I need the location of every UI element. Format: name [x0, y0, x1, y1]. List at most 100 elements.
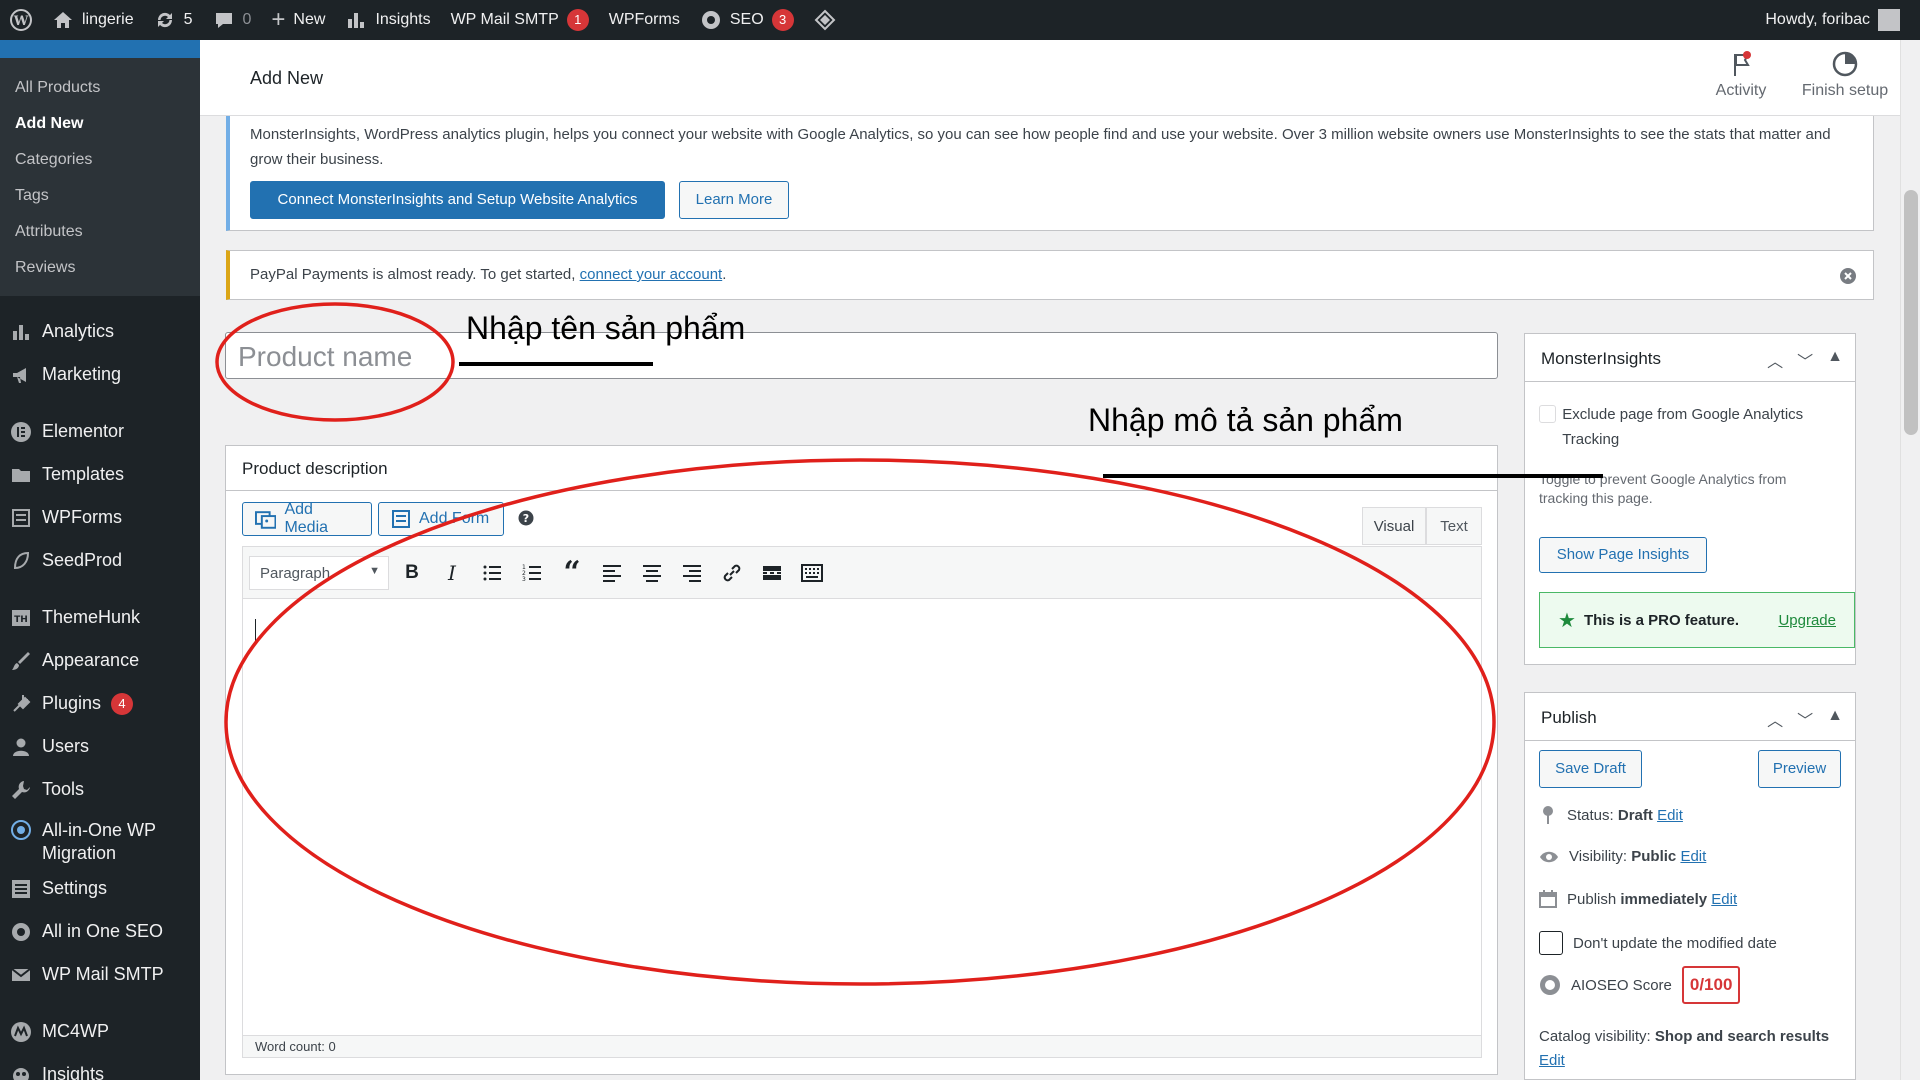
chevron-up-icon[interactable]: ︿ [1767, 707, 1783, 731]
add-form-button[interactable]: Add Form [378, 502, 504, 536]
themehunk-icon: TH [12, 609, 30, 626]
sidebar-sub-tags[interactable]: Tags [0, 178, 200, 214]
wp-mail-smtp-badge: 1 [566, 9, 589, 31]
site-name-menu[interactable]: lingerie [42, 0, 144, 40]
product-name-underline [459, 362, 653, 366]
wp-mail-smtp-menu[interactable]: WP Mail SMTP 1 [441, 0, 599, 40]
catalog-visibility-label: Catalog visibility: [1539, 1028, 1651, 1045]
upgrade-link[interactable]: Upgrade [1778, 612, 1836, 629]
sidebar-current-menu[interactable] [0, 40, 200, 58]
new-content-menu[interactable]: + New [261, 0, 335, 40]
paypal-notice-text: PayPal Payments is almost ready. To get … [250, 266, 726, 283]
chevron-down-icon[interactable]: ﹀ [1797, 348, 1813, 372]
product-name-hint: Nhập tên sản phẩm [466, 310, 746, 346]
seo-menu[interactable]: SEO 3 [690, 0, 804, 40]
sidebar-item-mc4wp[interactable]: MC4WP [0, 1010, 200, 1053]
bold-icon[interactable]: B [399, 560, 425, 586]
read-more-icon[interactable] [759, 560, 785, 586]
page-header: Add New Activity Finish setup [200, 40, 1900, 116]
sidebar-item-elementor[interactable]: Elementor [0, 410, 200, 453]
add-form-label: Add Form [419, 510, 490, 527]
add-media-button[interactable]: Add Media [242, 501, 372, 536]
exclude-tracking-checkbox[interactable] [1539, 405, 1557, 423]
sidebar-item-templates[interactable]: Templates [0, 453, 200, 496]
comments-menu[interactable]: 0 [203, 0, 262, 40]
edit-catalog-visibility-link[interactable]: Edit [1539, 1052, 1565, 1069]
editor-content[interactable] [243, 599, 1481, 1036]
collapse-icon[interactable]: ▲ [1827, 348, 1843, 372]
chevron-up-icon[interactable]: ︿ [1767, 348, 1783, 372]
calendar-icon [1539, 890, 1557, 908]
wpforms-menu[interactable]: WPForms [599, 0, 690, 40]
collapse-icon[interactable]: ▲ [1827, 707, 1843, 731]
help-icon[interactable]: ? [518, 510, 534, 526]
sidebar-item-all-in-one-seo[interactable]: All in One SEO [0, 910, 200, 953]
sidebar-item-wpforms[interactable]: WPForms [0, 496, 200, 539]
mail-icon [11, 967, 31, 981]
sidebar-item-tools[interactable]: Tools [0, 768, 200, 811]
finish-setup-button[interactable]: Finish setup [1792, 50, 1898, 100]
sidebar-item-analytics[interactable]: Analytics [0, 310, 200, 353]
activity-button[interactable]: Activity [1696, 50, 1786, 100]
diamond-menu[interactable] [804, 0, 846, 40]
sidebar-sub-attributes[interactable]: Attributes [0, 214, 200, 250]
preview-button[interactable]: Preview [1758, 750, 1841, 788]
metabox-controls: ︿ ﹀ ▲ [1767, 707, 1843, 731]
sidebar-item-plugins[interactable]: Plugins 4 [0, 682, 200, 725]
insights-menu[interactable]: Insights [335, 0, 440, 40]
chevron-down-icon[interactable]: ﹀ [1797, 707, 1813, 731]
save-draft-button[interactable]: Save Draft [1539, 750, 1642, 788]
align-center-icon[interactable] [639, 560, 665, 586]
text-cursor [255, 619, 256, 641]
tab-visual[interactable]: Visual [1362, 507, 1426, 545]
sidebar-item-wp-mail-smtp[interactable]: WP Mail SMTP [0, 953, 200, 996]
edit-visibility-link[interactable]: Edit [1680, 848, 1706, 865]
my-account-menu[interactable]: Howdy, foribac [1765, 0, 1900, 40]
sidebar-item-label: WP Mail SMTP [42, 964, 164, 984]
learn-more-button[interactable]: Learn More [679, 181, 789, 219]
italic-icon[interactable]: I [439, 560, 465, 586]
dont-update-checkbox[interactable] [1539, 931, 1563, 955]
tab-text[interactable]: Text [1426, 507, 1482, 545]
align-left-icon[interactable] [599, 560, 625, 586]
sidebar-item-label: Tools [42, 779, 85, 799]
sidebar-item-marketing[interactable]: Marketing [0, 353, 200, 396]
link-icon[interactable] [719, 560, 745, 586]
sidebar-item-themehunk[interactable]: TH ThemeHunk [0, 596, 200, 639]
aioseo-score-badge[interactable]: 0/100 [1681, 966, 1741, 1004]
page-scrollbar[interactable] [1900, 40, 1920, 1080]
sidebar-item-seedprod[interactable]: SeedProd [0, 539, 200, 582]
sidebar-sub-categories[interactable]: Categories [0, 142, 200, 178]
edit-status-link[interactable]: Edit [1657, 807, 1683, 824]
product-name-input[interactable]: Product name [225, 332, 1498, 379]
seedprod-icon [13, 551, 30, 569]
sidebar-sub-all-products[interactable]: All Products [0, 70, 200, 106]
monsterinsights-metabox-header: MonsterInsights ︿ ﹀ ▲ [1525, 334, 1855, 382]
sidebar-item-settings[interactable]: Settings [0, 867, 200, 910]
toolbar-toggle-icon[interactable] [799, 560, 825, 586]
format-select[interactable]: Paragraph ▼ [249, 556, 389, 590]
dont-update-label: Don't update the modified date [1573, 934, 1777, 952]
sidebar-sub-reviews[interactable]: Reviews [0, 250, 200, 286]
wp-logo-menu[interactable]: W [0, 0, 42, 40]
dismiss-icon[interactable] [1839, 267, 1857, 285]
plugins-badge: 4 [111, 692, 134, 715]
activity-label: Activity [1715, 82, 1767, 99]
sidebar-item-appearance[interactable]: Appearance [0, 639, 200, 682]
bullet-list-icon[interactable] [479, 560, 505, 586]
edit-publish-date-link[interactable]: Edit [1711, 891, 1737, 908]
catalog-visibility-value: Shop and search results [1654, 1028, 1830, 1045]
sidebar-item-users[interactable]: Users [0, 725, 200, 768]
blockquote-icon[interactable]: “ [559, 558, 585, 588]
updates-menu[interactable]: 5 [144, 0, 203, 40]
connect-account-link[interactable]: connect your account [580, 266, 723, 283]
show-page-insights-button[interactable]: Show Page Insights [1539, 537, 1707, 573]
align-right-icon[interactable] [679, 560, 705, 586]
numbered-list-icon[interactable]: 123 [519, 560, 545, 586]
scroll-thumb[interactable] [1904, 190, 1918, 435]
monsterinsights-notice: MonsterInsights, WordPress analytics plu… [226, 116, 1874, 231]
sidebar-item-all-in-one-wp-migration[interactable]: All-in-One WP Migration [0, 811, 200, 867]
connect-monsterinsights-button[interactable]: Connect MonsterInsights and Setup Websit… [250, 181, 665, 219]
sidebar-item-insights[interactable]: Insights [0, 1053, 200, 1080]
sidebar-sub-add-new[interactable]: Add New [0, 106, 200, 142]
